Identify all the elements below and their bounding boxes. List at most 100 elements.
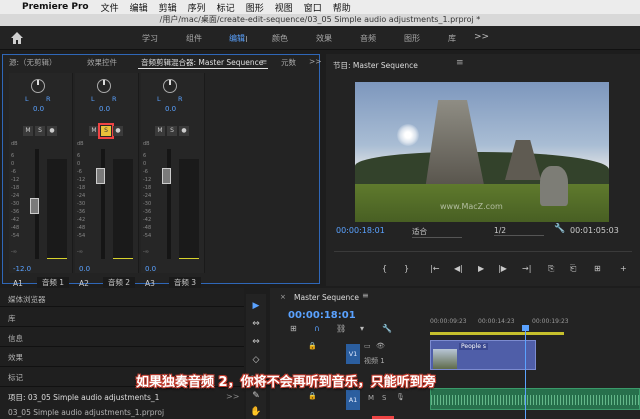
workspace-tab-effects[interactable]: 效果 bbox=[316, 33, 332, 44]
lock-icon[interactable]: 🔒 bbox=[308, 342, 317, 350]
video-clip[interactable]: People s bbox=[430, 340, 536, 370]
lift-button[interactable]: ⎘ bbox=[548, 264, 554, 274]
workspace-more-button[interactable]: >> bbox=[474, 32, 489, 42]
pan-knob[interactable] bbox=[31, 79, 45, 93]
workspace-tab-assembly[interactable]: 组件 bbox=[186, 33, 202, 44]
project-file-name[interactable]: 03_05 Simple audio adjustments_1.prproj bbox=[8, 408, 164, 417]
step-back-button[interactable]: ◀| bbox=[454, 264, 463, 273]
pan-value[interactable]: 0.0 bbox=[99, 105, 110, 113]
menu-help[interactable]: 帮助 bbox=[333, 1, 351, 14]
tab-source[interactable]: 源:（无剪辑） bbox=[9, 57, 57, 68]
menu-window[interactable]: 窗口 bbox=[304, 1, 322, 14]
solo-button[interactable]: S bbox=[167, 126, 177, 136]
track-select-tool-icon[interactable]: ⇔ bbox=[250, 318, 262, 330]
panel-more-button[interactable]: >> bbox=[226, 392, 239, 401]
record-button[interactable]: ● bbox=[179, 126, 189, 136]
menu-sequence[interactable]: 序列 bbox=[188, 1, 206, 14]
sync-lock-icon[interactable]: ▭ bbox=[364, 342, 371, 350]
home-icon[interactable] bbox=[10, 31, 24, 45]
play-button[interactable]: ▶ bbox=[478, 264, 484, 273]
mute-track-button[interactable]: M bbox=[368, 394, 374, 402]
volume-fader-handle[interactable] bbox=[162, 167, 171, 184]
tab-audio-clip-mixer[interactable]: 音频剪辑混合器: Master Sequence bbox=[141, 57, 263, 68]
info-tab[interactable]: 信息 bbox=[8, 333, 23, 344]
libraries-tab[interactable]: 库 bbox=[8, 313, 16, 324]
app-name-menu[interactable]: Premiere Pro bbox=[22, 2, 89, 12]
hamburger-icon[interactable]: ≡ bbox=[261, 57, 267, 66]
solo-button[interactable]: S bbox=[35, 126, 45, 136]
workspace-tab-color[interactable]: 颜色 bbox=[272, 33, 288, 44]
menu-markers[interactable]: 标记 bbox=[217, 1, 235, 14]
go-to-out-button[interactable]: →| bbox=[522, 264, 531, 273]
nest-icon[interactable]: ⊞ bbox=[290, 324, 297, 333]
razor-tool-icon[interactable]: ◇ bbox=[250, 354, 262, 366]
work-area-bar[interactable] bbox=[430, 332, 564, 335]
volume-fader-track[interactable] bbox=[101, 149, 105, 259]
gain-value[interactable]: -12.0 bbox=[13, 265, 31, 273]
menu-clip[interactable]: 剪辑 bbox=[159, 1, 177, 14]
workspace-tab-libraries[interactable]: 库 bbox=[448, 33, 456, 44]
gain-value[interactable]: 0.0 bbox=[79, 265, 90, 273]
workspace-tab-audio[interactable]: 音频 bbox=[360, 33, 376, 44]
gain-value[interactable]: 0.0 bbox=[145, 265, 156, 273]
close-icon[interactable]: × bbox=[280, 293, 286, 301]
track-target-v1[interactable]: V1 bbox=[346, 344, 360, 364]
export-frame-button[interactable]: ⊞ bbox=[594, 264, 601, 273]
mark-in-button[interactable]: { bbox=[382, 264, 387, 273]
timeline-tab[interactable]: Master Sequence bbox=[294, 293, 359, 302]
hamburger-icon[interactable]: ≡ bbox=[362, 291, 369, 300]
wrench-icon[interactable]: 🔧 bbox=[382, 324, 392, 333]
eye-icon[interactable]: 👁 bbox=[376, 342, 385, 350]
pen-tool-icon[interactable]: ✎ bbox=[250, 390, 262, 402]
effects-tab[interactable]: 效果 bbox=[8, 352, 23, 363]
mute-button[interactable]: M bbox=[89, 126, 99, 136]
program-video-frame[interactable]: www.MacZ.com bbox=[355, 82, 609, 222]
hand-tool-icon[interactable]: ✋ bbox=[250, 406, 262, 418]
go-to-in-button[interactable]: |← bbox=[430, 264, 439, 273]
extract-button[interactable]: ⎗ bbox=[570, 264, 576, 274]
panel-more-button[interactable]: >> bbox=[309, 57, 322, 66]
step-forward-button[interactable]: |▶ bbox=[498, 264, 507, 273]
workspace-tab-graphics[interactable]: 图形 bbox=[404, 33, 420, 44]
lock-icon[interactable]: 🔒 bbox=[308, 392, 317, 400]
menu-graphics[interactable]: 图形 bbox=[246, 1, 264, 14]
add-marker-icon[interactable]: ▾ bbox=[360, 324, 364, 333]
program-monitor-title[interactable]: 节目: Master Sequence bbox=[333, 60, 418, 71]
pan-value[interactable]: 0.0 bbox=[165, 105, 176, 113]
playhead-handle[interactable] bbox=[522, 325, 529, 331]
mute-button[interactable]: M bbox=[155, 126, 165, 136]
zoom-select[interactable]: 适合 bbox=[412, 226, 462, 238]
add-button[interactable]: + bbox=[620, 264, 627, 273]
volume-fader-track[interactable] bbox=[167, 149, 171, 259]
selection-tool-icon[interactable]: ▶ bbox=[250, 300, 262, 312]
solo-track-button[interactable]: S bbox=[382, 394, 386, 402]
program-time-ruler[interactable] bbox=[334, 242, 632, 252]
pan-value[interactable]: 0.0 bbox=[33, 105, 44, 113]
menu-file[interactable]: 文件 bbox=[101, 1, 119, 14]
markers-tab[interactable]: 标记 bbox=[8, 372, 23, 383]
hamburger-icon[interactable]: ≡ bbox=[456, 58, 464, 68]
workspace-tab-learn[interactable]: 学习 bbox=[142, 33, 158, 44]
tab-metadata[interactable]: 元数 bbox=[281, 57, 296, 68]
media-browser-tab[interactable]: 媒体浏览器 bbox=[8, 294, 46, 305]
program-timecode[interactable]: 00:00:18:01 bbox=[336, 226, 385, 235]
volume-fader-handle[interactable] bbox=[96, 167, 105, 184]
track-target-a1[interactable]: A1 bbox=[346, 390, 360, 410]
ripple-edit-tool-icon[interactable]: ⇔ bbox=[250, 336, 262, 348]
menu-edit[interactable]: 编辑 bbox=[130, 1, 148, 14]
playhead[interactable] bbox=[525, 325, 526, 419]
volume-fader-handle[interactable] bbox=[30, 197, 39, 214]
timeline-timecode[interactable]: 00:00:18:01 bbox=[288, 310, 356, 321]
wrench-icon[interactable]: 🔧 bbox=[554, 224, 565, 234]
linked-selection-icon[interactable]: ⛓ bbox=[336, 324, 346, 333]
pan-knob[interactable] bbox=[97, 79, 111, 93]
menu-view[interactable]: 视图 bbox=[275, 1, 293, 14]
mark-out-button[interactable]: } bbox=[404, 264, 409, 273]
microphone-icon[interactable]: 🎙 bbox=[396, 393, 405, 401]
tab-effect-controls[interactable]: 效果控件 bbox=[87, 57, 117, 68]
record-button[interactable]: ● bbox=[47, 126, 57, 136]
solo-button[interactable]: S bbox=[98, 123, 114, 139]
project-tab[interactable]: 项目: 03_05 Simple audio adjustments_1 bbox=[8, 392, 159, 403]
pan-knob[interactable] bbox=[163, 79, 177, 93]
audio-clip[interactable] bbox=[430, 388, 640, 410]
